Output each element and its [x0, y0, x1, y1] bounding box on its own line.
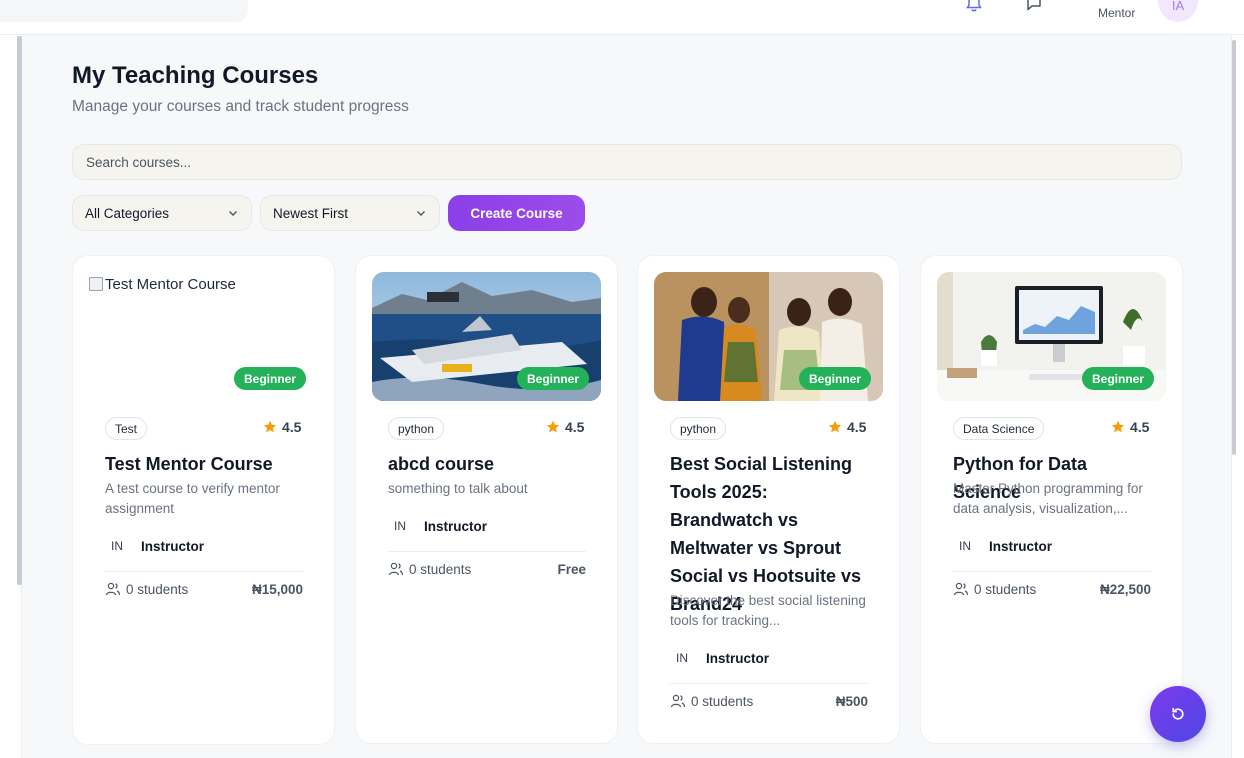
course-card[interactable]: Beginner python 4.5 Best Social Listenin… [637, 255, 900, 744]
page-subtitle: Manage your courses and track student pr… [72, 98, 409, 115]
course-card[interactable]: Beginner python 4.5 abcd course somethin… [355, 255, 618, 744]
top-bar: Mentor IA [0, 0, 1244, 35]
rating-value: 4.5 [282, 419, 302, 435]
card-divider [388, 551, 586, 552]
student-count: 0 students [105, 581, 188, 597]
search-courses-input[interactable] [72, 144, 1182, 180]
category-pill: Test [105, 417, 148, 440]
instructor-row: IN Instructor [670, 645, 769, 671]
course-rating: 4.5 [828, 419, 866, 435]
chat-icon[interactable] [1024, 0, 1044, 14]
instructor-avatar: IN [394, 519, 406, 533]
category-select[interactable]: All Categories [72, 195, 252, 231]
instructor-name: Instructor [989, 538, 1053, 554]
student-count: 0 students [388, 561, 471, 577]
star-icon [263, 420, 277, 433]
student-count: 0 students [953, 581, 1036, 597]
card-footer: 0 students ₦22,500 [953, 581, 1151, 597]
instructor-name: Instructor [424, 518, 488, 534]
course-description: Master Python programming for data analy… [953, 481, 1143, 516]
category-pill: Data Science [953, 417, 1045, 440]
users-icon [388, 562, 404, 576]
category-pill: python [670, 417, 727, 440]
user-role: Mentor [1098, 6, 1136, 20]
card-divider [953, 571, 1151, 572]
course-price: ₦22,500 [1099, 581, 1151, 597]
course-description: something to talk about [388, 481, 528, 496]
course-rating: 4.5 [1111, 419, 1149, 435]
sort-select-value: Newest First [273, 205, 349, 221]
bell-icon[interactable] [964, 0, 984, 14]
users-icon [105, 582, 121, 596]
create-course-button[interactable]: Create Course [448, 195, 585, 231]
rating-value: 4.5 [565, 419, 585, 435]
users-icon [670, 694, 686, 708]
card-footer: 0 students ₦15,000 [105, 581, 303, 597]
instructor-avatar: IN [676, 651, 688, 665]
student-count-text: 0 students [409, 561, 472, 577]
star-icon [1111, 420, 1125, 433]
course-title[interactable]: abcd course [388, 450, 588, 478]
student-count-text: 0 students [974, 581, 1037, 597]
sidebar-scrollbar[interactable] [17, 36, 22, 585]
student-count: 0 students [670, 693, 753, 709]
course-description: Discover the best social listening tools… [670, 593, 866, 628]
course-card[interactable]: Test Mentor Course Beginner Test 4.5 Tes… [72, 255, 335, 745]
sort-select[interactable]: Newest First [260, 195, 440, 231]
instructor-name: Instructor [141, 538, 205, 554]
rating-value: 4.5 [847, 419, 867, 435]
course-image-broken: Test Mentor Course [89, 276, 318, 293]
category-select-value: All Categories [85, 205, 170, 221]
course-title[interactable]: Test Mentor Course [105, 450, 305, 478]
page-scrollbar[interactable] [1232, 40, 1236, 455]
instructor-row: IN Instructor [105, 533, 204, 559]
course-card[interactable]: Beginner Data Science 4.5 Python for Dat… [920, 255, 1183, 744]
level-badge: Beginner [517, 367, 589, 390]
broken-image-icon [89, 277, 103, 291]
instructor-row: IN Instructor [388, 513, 487, 539]
instructor-row: IN Instructor [953, 533, 1052, 559]
card-footer: 0 students ₦500 [670, 693, 868, 709]
level-badge: Beginner [799, 367, 871, 390]
course-image-alt: Test Mentor Course [105, 276, 236, 293]
rating-value: 4.5 [1130, 419, 1150, 435]
star-icon [546, 420, 560, 433]
student-count-text: 0 students [126, 581, 189, 597]
category-pill: python [388, 417, 445, 440]
instructor-avatar: IN [959, 539, 971, 553]
card-divider [670, 683, 868, 684]
instructor-name: Instructor [706, 650, 770, 666]
star-icon [828, 420, 842, 433]
card-footer: 0 students Free [388, 561, 586, 577]
course-price: ₦500 [835, 693, 868, 709]
course-rating: 4.5 [546, 419, 584, 435]
level-badge: Beginner [234, 367, 306, 390]
instructor-avatar: IN [111, 539, 123, 553]
user-avatar[interactable]: IA [1158, 0, 1198, 22]
course-description: A test course to verify mentor assignmen… [105, 481, 280, 516]
refresh-icon [1172, 707, 1184, 720]
course-rating: 4.5 [263, 419, 301, 435]
chevron-down-icon [417, 211, 425, 216]
level-badge: Beginner [1082, 367, 1154, 390]
student-count-text: 0 students [691, 693, 754, 709]
top-search-area[interactable] [0, 0, 248, 22]
users-icon [953, 582, 969, 596]
course-price: Free [557, 561, 586, 577]
page-title: My Teaching Courses [72, 62, 319, 89]
course-price: ₦15,000 [251, 581, 303, 597]
chevron-down-icon [229, 211, 237, 216]
card-divider [105, 571, 303, 572]
refresh-button[interactable] [1150, 686, 1206, 742]
